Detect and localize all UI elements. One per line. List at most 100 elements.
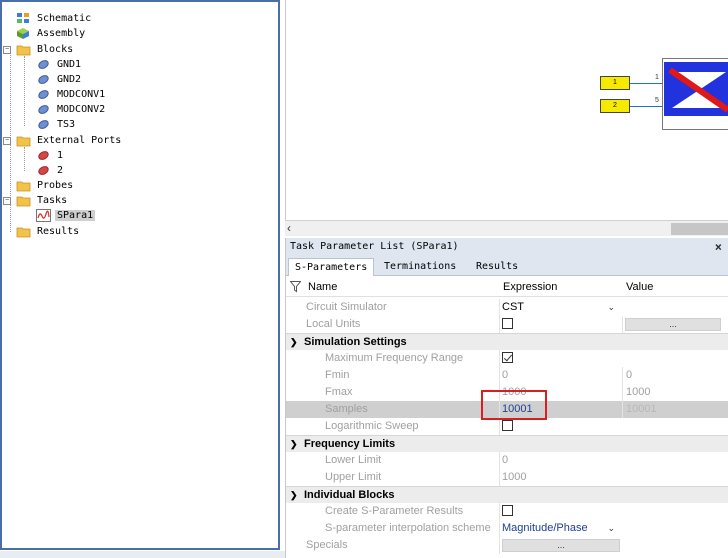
specials-cell: ... <box>499 537 621 554</box>
param-name: Fmax <box>325 386 353 398</box>
section-individual-blocks[interactable]: ❯ Individual Blocks <box>286 486 728 503</box>
tree-item-schematic[interactable]: Schematic <box>16 11 93 26</box>
row-local-units[interactable]: Local Units ... <box>286 316 728 333</box>
local-units-checkbox[interactable] <box>502 317 513 329</box>
chevron-down-icon[interactable]: ❯ <box>290 436 298 453</box>
create-sparam-cell[interactable] <box>499 503 621 520</box>
local-units-edit-button[interactable]: ... <box>625 318 721 331</box>
tree-item-tasks[interactable]: Tasks <box>16 193 69 208</box>
collapse-tasks-toggle[interactable]: − <box>3 197 11 205</box>
scroll-left-icon[interactable]: ‹ <box>287 221 291 236</box>
tree-item-label: Assembly <box>37 28 86 39</box>
row-circuit-simulator[interactable]: Circuit Simulator CST ⌄ <box>286 299 728 316</box>
tree-item-ts3[interactable]: TS3 <box>36 117 77 132</box>
canvas-horizontal-scrollbar[interactable]: ‹ <box>285 220 728 236</box>
tree-item-spara1[interactable]: SPara1 <box>36 208 96 223</box>
tab-results[interactable]: Results <box>470 258 524 276</box>
port-label: 2 <box>613 102 617 109</box>
column-header-name[interactable]: Name <box>308 278 337 297</box>
tree-item-label: GND1 <box>57 59 82 70</box>
tree-item-label: SPara1 <box>55 210 96 221</box>
param-name: Upper Limit <box>325 471 382 483</box>
tree-item-label: MODCONV2 <box>57 104 106 115</box>
log-sweep-checkbox[interactable] <box>502 419 513 431</box>
tree-item-assembly[interactable]: Assembly <box>16 26 87 41</box>
row-specials[interactable]: Specials ... <box>286 537 728 554</box>
tree-item-modconv2[interactable]: MODCONV2 <box>36 102 107 117</box>
tree-item-port-1[interactable]: 1 <box>36 148 65 163</box>
tree-item-gnd1[interactable]: GND1 <box>36 57 83 72</box>
tab-strip: S-Parameters Terminations Results <box>286 256 728 276</box>
filter-icon[interactable] <box>290 281 301 293</box>
tree-item-port-2[interactable]: 2 <box>36 163 65 178</box>
tree-item-blocks[interactable]: Blocks <box>16 42 75 57</box>
fmin-expression[interactable]: 0 <box>499 367 621 384</box>
touchstone-block-symbol[interactable] <box>662 58 728 130</box>
section-title: Simulation Settings <box>304 336 407 348</box>
block-icon <box>38 60 49 69</box>
param-name: Circuit Simulator <box>306 301 387 313</box>
tree-item-label: MODCONV1 <box>57 89 106 100</box>
external-port-1[interactable]: 1 <box>600 76 630 90</box>
local-units-cell[interactable] <box>499 316 621 333</box>
tree-item-external-ports[interactable]: External Ports <box>16 133 123 148</box>
row-interpolation-scheme[interactable]: S-parameter interpolation scheme Magnitu… <box>286 520 728 537</box>
row-upper-limit[interactable]: Upper Limit 1000 <box>286 469 728 486</box>
schematic-canvas[interactable]: 1 1 2 5 <box>285 0 728 220</box>
folder-icon <box>16 196 31 207</box>
interpolation-scheme-dropdown[interactable]: Magnitude/Phase ⌄ <box>499 520 621 537</box>
tree-item-gnd2[interactable]: GND2 <box>36 72 83 87</box>
tree-item-label: Results <box>37 226 80 237</box>
row-logarithmic-sweep[interactable]: Logarithmic Sweep <box>286 418 728 435</box>
specials-edit-button[interactable]: ... <box>502 539 620 552</box>
scrollbar-thumb[interactable] <box>671 223 728 235</box>
tree-item-label: External Ports <box>37 135 122 146</box>
fmax-value: 1000 <box>622 384 728 401</box>
section-title: Frequency Limits <box>304 438 396 450</box>
column-header-value[interactable]: Value <box>626 278 653 297</box>
row-lower-limit[interactable]: Lower Limit 0 <box>286 452 728 469</box>
create-sparam-checkbox[interactable] <box>502 504 513 516</box>
pin-label: 1 <box>655 74 659 81</box>
collapse-blocks-toggle[interactable]: − <box>3 46 11 54</box>
port-icon <box>38 166 49 175</box>
section-frequency-limits[interactable]: ❯ Frequency Limits <box>286 435 728 452</box>
port-icon <box>38 151 49 160</box>
assembly-icon <box>17 28 29 39</box>
chevron-down-icon[interactable]: ❯ <box>290 334 298 351</box>
tree-item-probes[interactable]: Probes <box>16 178 75 193</box>
close-icon[interactable]: × <box>715 238 722 256</box>
param-name: Fmin <box>325 369 350 381</box>
tab-s-parameters[interactable]: S-Parameters <box>288 258 375 276</box>
tree-item-label: Probes <box>37 180 74 191</box>
chevron-down-icon[interactable]: ⌄ <box>607 520 615 537</box>
max-freq-range-cell[interactable] <box>499 350 621 367</box>
row-maximum-frequency-range[interactable]: Maximum Frequency Range <box>286 350 728 367</box>
collapse-external-ports-toggle[interactable]: − <box>3 137 11 145</box>
column-header-expression[interactable]: Expression <box>503 278 557 297</box>
tree-item-modconv1[interactable]: MODCONV1 <box>36 87 107 102</box>
upper-limit-expression[interactable]: 1000 <box>499 469 621 486</box>
row-fmin[interactable]: Fmin 0 0 <box>286 367 728 384</box>
max-freq-range-checkbox[interactable] <box>502 351 513 363</box>
panel-title-bar: Task Parameter List (SPara1) × <box>286 238 728 256</box>
port-label: 1 <box>613 79 617 86</box>
row-create-sparam-results[interactable]: Create S-Parameter Results <box>286 503 728 520</box>
panel-title: Task Parameter List (SPara1) <box>290 241 459 252</box>
external-port-2[interactable]: 2 <box>600 99 630 113</box>
tab-terminations[interactable]: Terminations <box>378 258 462 276</box>
param-name: Maximum Frequency Range <box>325 352 464 364</box>
tree-item-results[interactable]: Results <box>16 224 81 239</box>
tree-item-label: TS3 <box>57 119 76 130</box>
circuit-simulator-dropdown[interactable]: CST ⌄ <box>499 299 621 316</box>
block-icon <box>38 90 49 99</box>
samples-highlight-box <box>481 390 547 420</box>
samples-value: 10001 <box>622 401 728 418</box>
section-simulation-settings[interactable]: ❯ Simulation Settings <box>286 333 728 350</box>
lower-limit-expression[interactable]: 0 <box>499 452 621 469</box>
chevron-down-icon[interactable]: ❯ <box>290 487 298 504</box>
tree-item-label: Schematic <box>37 13 92 24</box>
folder-icon <box>16 136 31 147</box>
chevron-down-icon[interactable]: ⌄ <box>607 299 615 316</box>
log-sweep-cell[interactable] <box>499 418 621 435</box>
